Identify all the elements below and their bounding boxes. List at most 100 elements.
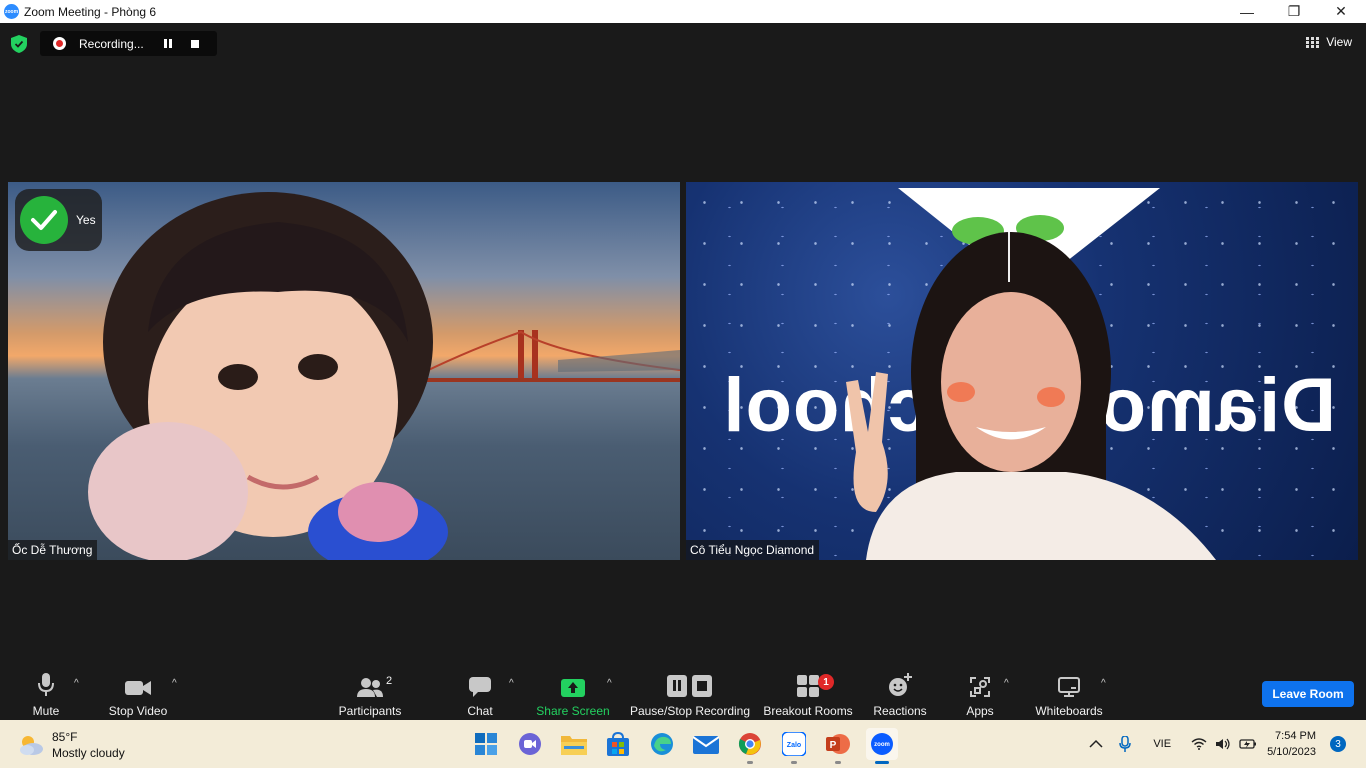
windows-taskbar: 85°F Mostly cloudy Zalo P zoom VIE 7:54 …: [0, 720, 1366, 768]
weather-temperature: 85°F: [52, 730, 78, 744]
breakout-rooms-badge: 1: [818, 674, 834, 690]
partly-cloudy-icon: [20, 736, 43, 755]
volume-icon[interactable]: [1215, 738, 1231, 750]
leave-room-button[interactable]: Leave Room: [1262, 681, 1354, 707]
video-options-chevron-icon[interactable]: ^: [172, 678, 177, 689]
window-title-bar: zoom Zoom Meeting - Phòng 6 — ❐ ✕: [0, 0, 1366, 23]
apps-icon: [970, 671, 990, 697]
input-language-indicator[interactable]: VIE: [1153, 738, 1171, 750]
reaction-label: Yes: [76, 213, 96, 227]
windows-logo-icon: [475, 733, 497, 755]
stop-video-button[interactable]: Stop Video: [104, 663, 172, 720]
file-explorer-app[interactable]: [558, 728, 590, 760]
breakout-rooms-label: Breakout Rooms: [763, 704, 853, 718]
share-screen-button[interactable]: Share Screen: [536, 663, 610, 720]
meeting-top-bar: Recording... View: [0, 23, 1366, 63]
edge-browser-app[interactable]: [646, 728, 678, 760]
yes-reaction-badge: Yes: [15, 189, 102, 251]
chrome-icon: [738, 733, 761, 755]
clock-date: 5/10/2023: [1267, 746, 1316, 758]
mute-button[interactable]: Mute: [26, 663, 66, 720]
recording-label: Recording...: [79, 36, 144, 51]
clock-time: 7:54 PM: [1275, 730, 1316, 742]
powerpoint-app[interactable]: P: [822, 728, 854, 764]
microphone-icon: [38, 671, 54, 697]
mute-label: Mute: [32, 704, 60, 718]
security-shield-icon[interactable]: [11, 35, 27, 53]
participant-name-tag: Cô Tiểu Ngọc Diamond: [686, 540, 820, 560]
whiteboards-button[interactable]: Whiteboards: [1032, 663, 1106, 720]
zoom-app[interactable]: zoom: [866, 728, 898, 764]
apps-options-chevron-icon[interactable]: ^: [1004, 678, 1009, 689]
teams-meet-icon: [519, 733, 541, 755]
pause-recording-icon[interactable]: [164, 38, 174, 49]
show-hidden-icons-chevron-icon[interactable]: [1089, 739, 1103, 749]
grid-view-icon: [1306, 36, 1320, 48]
share-screen-icon: [561, 671, 585, 697]
system-tray: VIE 7:54 PM 5/10/2023 3: [1089, 720, 1366, 768]
participant-video-feed: [846, 232, 1216, 560]
powerpoint-icon: P: [826, 734, 850, 754]
pause-stop-recording-button[interactable]: Pause/Stop Recording: [628, 663, 752, 720]
chat-bubble-icon: [469, 671, 491, 697]
zoom-icon-text: zoom: [874, 742, 890, 748]
mail-app[interactable]: [690, 728, 722, 760]
mail-icon: [693, 736, 719, 754]
participants-count: 2: [386, 675, 393, 687]
chat-button[interactable]: Chat: [462, 663, 498, 720]
zalo-icon: Zalo: [782, 732, 806, 756]
stop-video-label: Stop Video: [108, 704, 168, 718]
wifi-icon[interactable]: [1191, 738, 1207, 750]
smiley-icon: [888, 671, 912, 697]
stop-recording-icon[interactable]: [191, 39, 199, 48]
reactions-label: Reactions: [873, 704, 927, 718]
participant-name-tag: Ốc Dễ Thương: [8, 540, 98, 560]
breakout-rooms-button[interactable]: Breakout Rooms: [762, 663, 854, 720]
system-clock[interactable]: 7:54 PM 5/10/2023: [1267, 728, 1316, 760]
apps-label: Apps: [966, 704, 994, 718]
share-options-chevron-icon[interactable]: ^: [607, 678, 612, 689]
edge-icon: [651, 733, 673, 755]
minimize-button[interactable]: —: [1224, 0, 1270, 23]
pause-stop-recording-label: Pause/Stop Recording: [629, 704, 751, 718]
weather-widget[interactable]: 85°F Mostly cloudy: [18, 729, 125, 761]
checkmark-icon: [20, 196, 68, 244]
participants-button[interactable]: Participants: [336, 663, 404, 720]
zoom-icon: zoom: [871, 733, 893, 755]
whiteboard-icon: [1058, 671, 1080, 697]
windows-start-button[interactable]: [470, 728, 502, 760]
powerpoint-icon-letter: P: [830, 740, 837, 751]
maximize-button[interactable]: ❐: [1271, 0, 1317, 23]
teams-meet-app[interactable]: [514, 728, 546, 760]
zoom-app-icon-text: zoom: [4, 8, 19, 15]
chat-label: Chat: [467, 704, 493, 718]
video-tile-participant-2[interactable]: Diamond School Cô Tiểu Ngọc Diamond: [686, 182, 1358, 560]
zalo-app[interactable]: Zalo: [778, 728, 810, 764]
recording-dot-icon: [53, 37, 66, 50]
chrome-browser-app[interactable]: [734, 728, 766, 764]
close-window-button[interactable]: ✕: [1318, 0, 1364, 23]
participants-icon: [357, 671, 383, 697]
audio-options-chevron-icon[interactable]: ^: [74, 678, 79, 689]
battery-charging-icon[interactable]: [1239, 738, 1257, 750]
zalo-icon-text: Zalo: [787, 742, 801, 749]
zoom-app-icon: zoom: [4, 4, 19, 19]
microphone-tray-icon[interactable]: [1119, 736, 1132, 752]
participants-label: Participants: [338, 704, 402, 718]
reactions-button[interactable]: Reactions: [872, 663, 928, 720]
video-tile-participant-1[interactable]: Yes Ốc Dễ Thương: [8, 182, 680, 560]
view-button[interactable]: View: [1306, 35, 1352, 49]
view-label: View: [1326, 35, 1352, 49]
weather-description: Mostly cloudy: [52, 746, 125, 760]
folder-icon: [561, 736, 587, 755]
apps-button[interactable]: Apps: [962, 663, 998, 720]
window-title: Zoom Meeting - Phòng 6: [24, 4, 157, 19]
microsoft-store-app[interactable]: [602, 728, 634, 760]
participant-video-feed: [88, 192, 448, 560]
whiteboards-options-chevron-icon[interactable]: ^: [1101, 678, 1106, 689]
chat-options-chevron-icon[interactable]: ^: [509, 678, 514, 689]
meeting-toolbar: Mute ^ Stop Video ^ Participants 2 Chat …: [0, 663, 1366, 720]
whiteboards-label: Whiteboards: [1035, 704, 1103, 718]
recording-indicator: Recording...: [40, 31, 217, 56]
notification-count-badge[interactable]: 3: [1330, 736, 1346, 752]
